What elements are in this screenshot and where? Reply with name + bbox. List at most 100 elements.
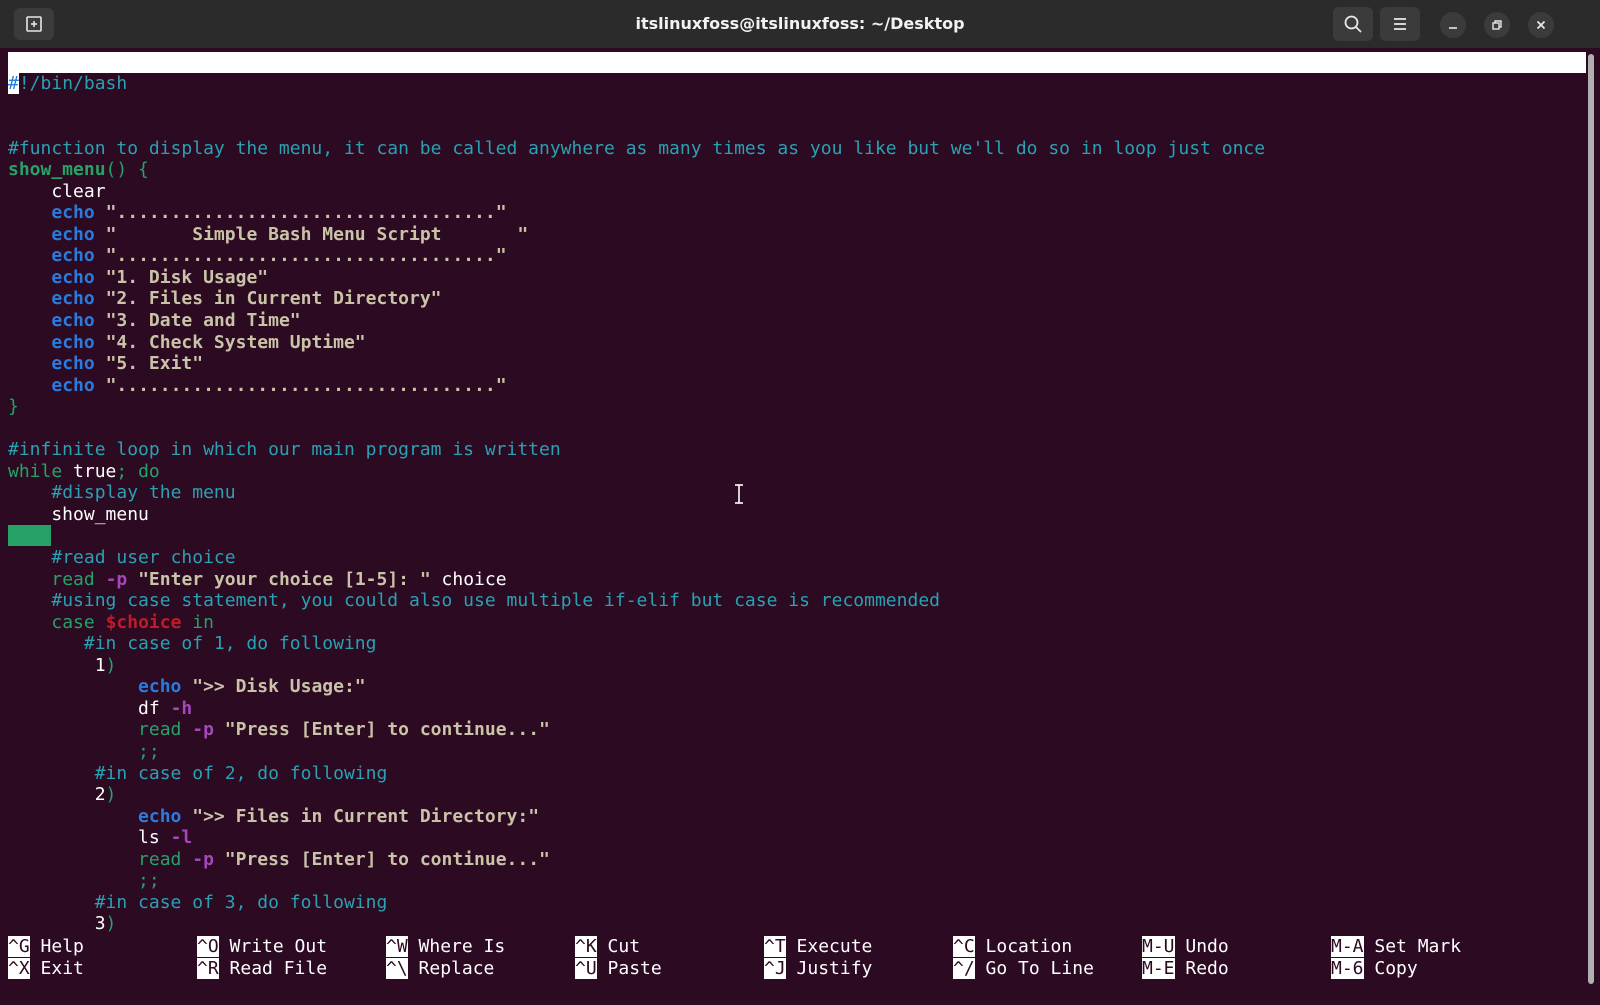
new-tab-button[interactable]	[14, 8, 54, 40]
code-line: echo " Simple Bash Menu Script "	[8, 224, 1588, 246]
code-token: echo	[51, 266, 95, 288]
code-token: #infinite loop in which our main program…	[8, 439, 561, 461]
code-token: 1	[8, 654, 106, 676]
code-token: echo	[51, 374, 95, 396]
shortcut-label: Justify	[796, 957, 873, 979]
shortcut-label: Undo	[1185, 936, 1229, 957]
close-icon	[1536, 20, 1546, 30]
shortcut-redo[interactable]: M-E Redo	[1142, 957, 1229, 979]
shortcut-replace[interactable]: ^\ Replace	[386, 957, 495, 979]
shortcut-label: Go To Line	[985, 957, 1094, 979]
code-line: #function to display the menu, it can be…	[8, 138, 1588, 160]
code-token: ;;	[138, 740, 160, 762]
search-icon	[1344, 15, 1362, 33]
shortcut-key: ^J	[764, 957, 786, 979]
restore-button[interactable]	[1484, 12, 1510, 38]
search-button[interactable]	[1333, 7, 1373, 41]
code-token: "..................................."	[105, 374, 507, 396]
shortcut-copy[interactable]: M-6 Copy	[1331, 957, 1418, 979]
text-cursor: #	[8, 73, 19, 94]
code-token: read	[51, 568, 95, 590]
shortcut-help[interactable]: ^G Help	[8, 936, 84, 957]
code-token: -p	[192, 719, 214, 741]
shortcut-cut[interactable]: ^K Cut	[575, 936, 640, 957]
code-line: #!/bin/bash	[8, 73, 1588, 95]
code-token: while	[8, 460, 63, 482]
shortcut-key: ^U	[575, 957, 597, 979]
code-token: 2	[8, 784, 106, 806]
code-line: df -h	[8, 698, 1588, 720]
shortcut-paste[interactable]: ^U Paste	[575, 957, 662, 979]
code-token: #function to display the menu, it can be…	[8, 137, 1266, 159]
code-token: echo	[51, 353, 95, 375]
code-line: #display the menu	[8, 482, 1588, 504]
code-token: ">> Files in Current Directory:"	[192, 805, 540, 827]
code-token: #using case statement, you could also us…	[51, 590, 940, 612]
minimize-button[interactable]	[1440, 12, 1466, 38]
code-line	[8, 525, 1588, 547]
code-token: echo	[51, 245, 95, 267]
shortcut-undo[interactable]: M-U Undo	[1142, 936, 1229, 957]
code-line: #infinite loop in which our main program…	[8, 439, 1588, 461]
code-token: )	[105, 913, 117, 935]
code-token: ;	[116, 460, 139, 482]
code-token: #display the menu	[51, 482, 236, 504]
code-token: "5. Exit"	[105, 353, 204, 375]
code-token: read	[138, 719, 182, 741]
shortcut-set-mark[interactable]: M-A Set Mark	[1331, 936, 1461, 957]
code-line: case $choice in	[8, 612, 1588, 634]
shortcut-write-out[interactable]: ^O Write Out	[197, 936, 327, 957]
code-line: echo ">> Files in Current Directory:"	[8, 806, 1588, 828]
code-line: while true; do	[8, 461, 1588, 483]
shortcut-where-is[interactable]: ^W Where Is	[386, 936, 505, 957]
menu-button[interactable]	[1380, 7, 1420, 41]
shortcut-go-to-line[interactable]: ^/ Go To Line	[953, 957, 1094, 979]
code-line: echo "..................................…	[8, 375, 1588, 397]
shortcut-exit[interactable]: ^X Exit	[8, 957, 84, 979]
shortcut-label: Exit	[40, 957, 84, 979]
close-button[interactable]	[1528, 12, 1554, 38]
editor-buffer[interactable]: #!/bin/bash #function to display the menu…	[8, 73, 1588, 935]
code-token: #in case of 3, do following	[94, 891, 388, 913]
shortcut-key: M-E	[1142, 957, 1175, 979]
shortcut-location[interactable]: ^C Location	[953, 936, 1072, 957]
code-line: echo "1. Disk Usage"	[8, 267, 1588, 289]
code-token: show_menu	[8, 159, 106, 181]
code-line: show_menu() {	[8, 159, 1588, 181]
code-token: #in case of 2, do following	[94, 762, 388, 784]
shortcut-label: Replace	[418, 957, 495, 979]
shortcut-label: Where Is	[418, 936, 506, 957]
code-token: () {	[105, 159, 149, 181]
code-token: case	[51, 611, 95, 633]
nano-title-bar: GNU nano 7.2 script.sh	[8, 52, 1586, 115]
terminal-area[interactable]: GNU nano 7.2 script.sh #!/bin/bash #funct…	[0, 48, 1600, 1005]
shortcut-execute[interactable]: ^T Execute	[764, 936, 872, 957]
scrollbar[interactable]	[1588, 54, 1594, 984]
code-line: #in case of 2, do following	[8, 763, 1588, 785]
shortcut-justify[interactable]: ^J Justify	[764, 957, 873, 979]
shortcut-label: Location	[985, 936, 1073, 957]
code-token: echo	[51, 288, 95, 310]
code-line: show_menu	[8, 504, 1588, 526]
code-line: echo ">> Disk Usage:"	[8, 676, 1588, 698]
shortcut-label: Cut	[607, 936, 641, 957]
shortcut-read-file[interactable]: ^R Read File	[197, 957, 327, 979]
